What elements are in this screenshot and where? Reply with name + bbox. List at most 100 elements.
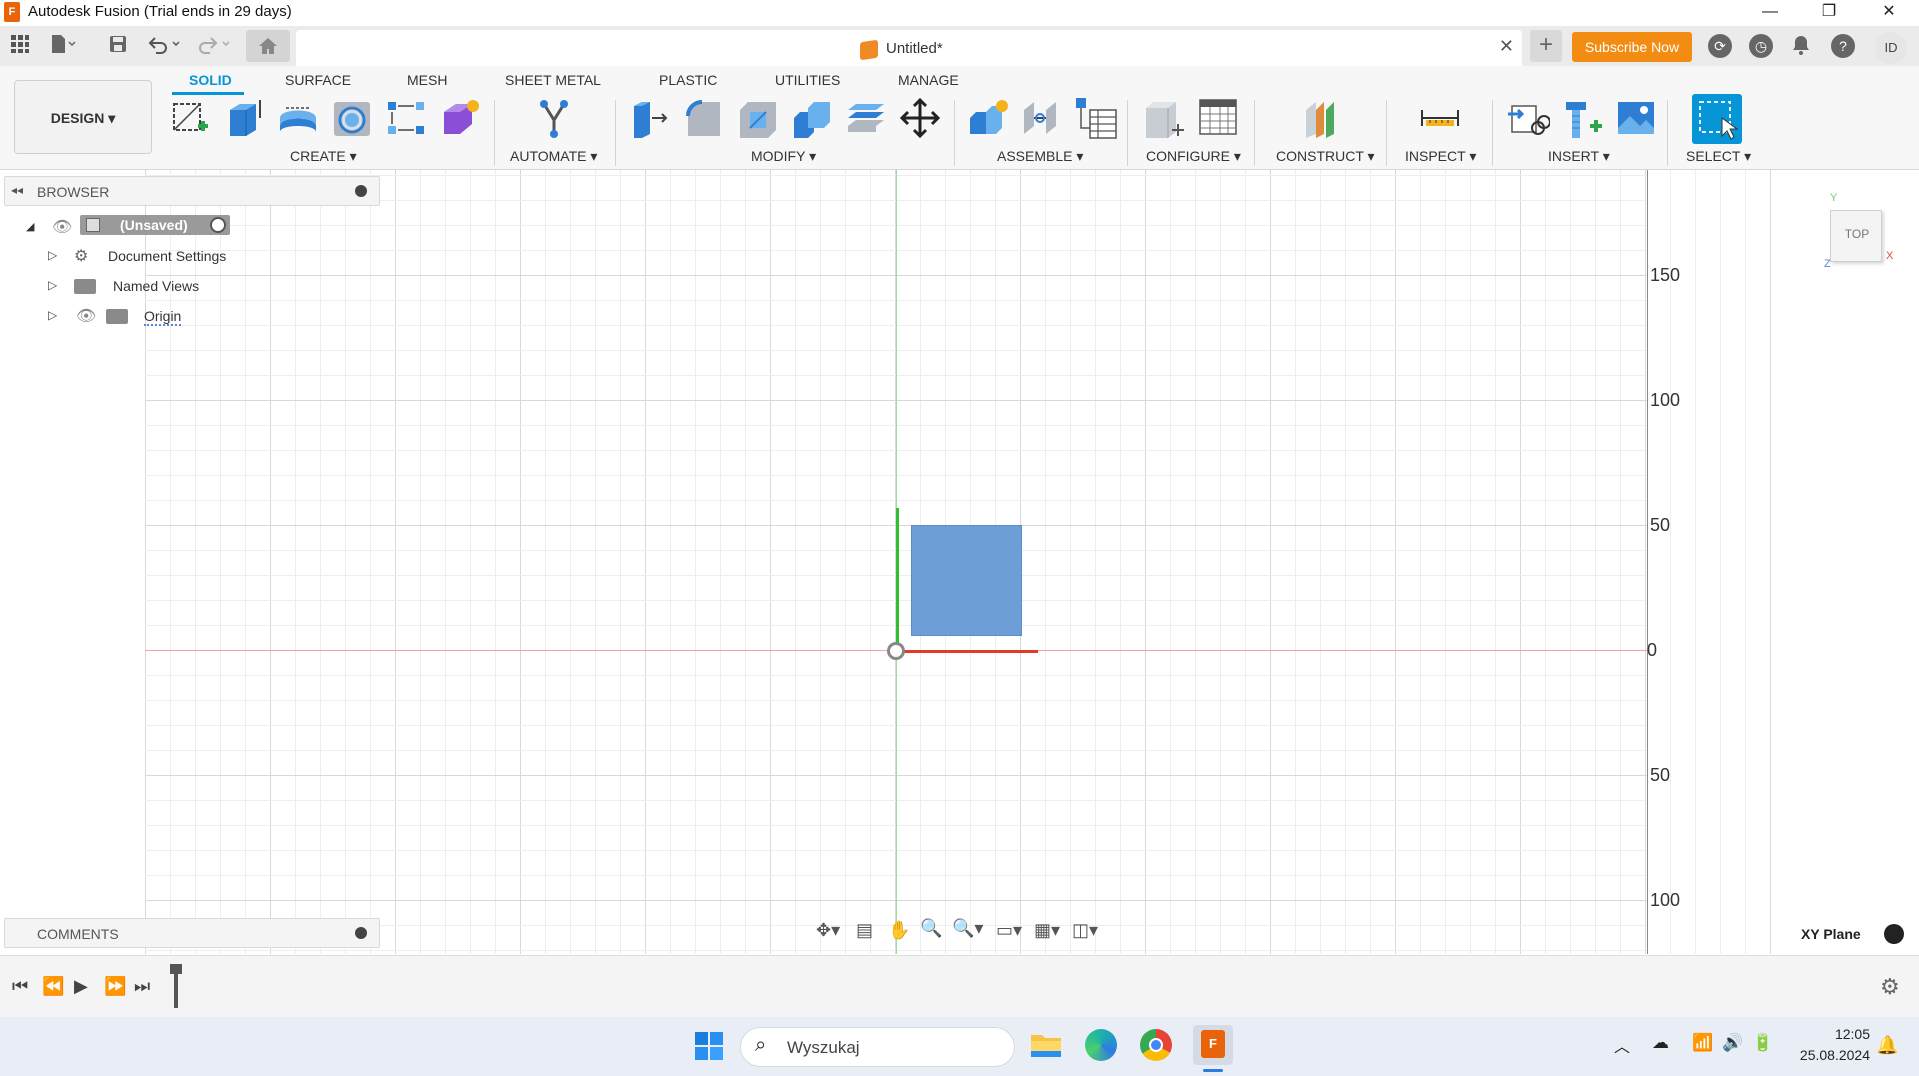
assemble-group-menu[interactable]: ASSEMBLE ▾ xyxy=(997,148,1083,165)
create-sketch-icon[interactable] xyxy=(168,96,212,140)
restore-button[interactable]: ❐ xyxy=(1806,0,1852,26)
taskbar-search-box[interactable]: ⌕ Wyszukaj xyxy=(740,1027,1015,1067)
battery-icon[interactable]: 🔋 xyxy=(1752,1033,1773,1053)
expand-arrow-icon[interactable]: ▷ xyxy=(48,308,57,322)
home-button[interactable] xyxy=(246,30,290,62)
bill-of-materials-icon[interactable] xyxy=(1074,96,1118,140)
select-tool[interactable] xyxy=(1692,94,1742,144)
design-viewport[interactable]: 150 100 50 0 50 100 TOP Y X Z XY Plane ✥… xyxy=(0,170,1919,954)
insert-mcmaster-icon[interactable] xyxy=(1560,96,1604,140)
add-comment-icon[interactable] xyxy=(355,927,367,939)
clock-date[interactable]: 25.08.2024 xyxy=(1792,1047,1870,1063)
move-copy-icon[interactable] xyxy=(898,96,942,140)
tab-plastic[interactable]: PLASTIC xyxy=(659,72,717,88)
revolve-icon[interactable] xyxy=(276,96,320,140)
create-form-icon[interactable] xyxy=(438,96,482,140)
undo-icon[interactable] xyxy=(146,34,182,58)
new-component-icon[interactable] xyxy=(966,96,1010,140)
show-hidden-icons-icon[interactable]: ︿ xyxy=(1614,1033,1630,1057)
collapse-browser-icon[interactable]: ◂◂ xyxy=(11,183,23,197)
comments-panel-header[interactable]: COMMENTS xyxy=(4,918,380,948)
wifi-icon[interactable]: 📶 xyxy=(1692,1033,1713,1053)
viewports-icon[interactable]: ◫▾ xyxy=(1072,920,1098,941)
browser-panel-header[interactable]: ◂◂ BROWSER xyxy=(4,176,380,206)
browser-pin-icon[interactable] xyxy=(355,185,367,197)
timeline-settings-gear-icon[interactable]: ⚙ xyxy=(1880,974,1900,1000)
tab-solid[interactable]: SOLID xyxy=(189,72,232,88)
play-icon[interactable]: ▶ xyxy=(74,976,88,997)
offset-plane-icon[interactable] xyxy=(1302,96,1346,140)
modify-group-menu[interactable]: MODIFY ▾ xyxy=(751,148,816,165)
minimize-button[interactable]: — xyxy=(1747,0,1793,26)
job-status-icon[interactable]: ◷ xyxy=(1749,34,1773,58)
combine-icon[interactable] xyxy=(790,96,834,140)
expand-arrow-icon[interactable]: ◢ xyxy=(26,220,34,233)
insert-group-menu[interactable]: INSERT ▾ xyxy=(1548,148,1610,165)
help-icon[interactable]: ? xyxy=(1831,34,1855,58)
file-menu-icon[interactable] xyxy=(50,34,76,58)
orbit-icon[interactable]: ✥▾ xyxy=(816,920,840,941)
volume-icon[interactable]: 🔊 xyxy=(1722,1033,1743,1053)
configure-group-menu[interactable]: CONFIGURE ▾ xyxy=(1146,148,1241,165)
app-grid-icon[interactable] xyxy=(8,34,32,58)
joint-icon[interactable] xyxy=(1020,96,1064,140)
subscribe-now-button[interactable]: Subscribe Now xyxy=(1572,32,1692,62)
new-tab-button[interactable]: + xyxy=(1530,30,1562,62)
tree-item-named-views[interactable]: ▷ Named Views xyxy=(26,274,246,300)
pan-icon[interactable]: ✋ xyxy=(888,920,910,941)
select-group-menu[interactable]: SELECT ▾ xyxy=(1686,148,1751,165)
edge-browser-icon[interactable] xyxy=(1085,1029,1117,1061)
close-tab-icon[interactable]: ✕ xyxy=(1499,36,1514,57)
grid-settings-icon[interactable]: ▦▾ xyxy=(1034,920,1060,941)
origin-point-icon[interactable] xyxy=(887,642,905,660)
tree-item-origin[interactable]: ▷ 👁 Origin xyxy=(26,304,246,330)
go-to-end-icon[interactable]: ⏭ xyxy=(134,976,150,997)
look-at-icon[interactable]: ▤ xyxy=(856,920,873,941)
document-tab[interactable]: Untitled* ✕ xyxy=(296,30,1522,66)
close-window-button[interactable]: ✕ xyxy=(1866,0,1912,26)
clock-time[interactable]: 12:05 xyxy=(1826,1026,1870,1042)
insert-canvas-icon[interactable] xyxy=(1614,96,1658,140)
pattern-icon[interactable] xyxy=(384,96,428,140)
fusion-taskbar-button[interactable]: F xyxy=(1193,1025,1233,1065)
file-explorer-icon[interactable] xyxy=(1030,1029,1062,1059)
viewcube[interactable]: TOP xyxy=(1830,210,1882,262)
measure-icon[interactable] xyxy=(1418,96,1462,140)
expand-arrow-icon[interactable]: ▷ xyxy=(48,248,57,262)
windows-start-icon[interactable] xyxy=(694,1031,724,1061)
construct-group-menu[interactable]: CONSTRUCT ▾ xyxy=(1276,148,1375,165)
tab-manage[interactable]: MANAGE xyxy=(898,72,959,88)
tab-mesh[interactable]: MESH xyxy=(407,72,447,88)
insert-derive-icon[interactable] xyxy=(1506,96,1551,140)
notification-bell-icon[interactable]: 🔔 xyxy=(1876,1035,1898,1056)
fillet-icon[interactable] xyxy=(682,96,726,140)
configure-design-icon[interactable] xyxy=(1142,96,1186,140)
redo-icon[interactable] xyxy=(196,34,232,58)
automate-icon[interactable] xyxy=(532,96,576,140)
user-avatar[interactable]: ID xyxy=(1875,32,1907,64)
activate-radio-icon[interactable] xyxy=(210,217,226,233)
visibility-eye-icon[interactable]: 👁 xyxy=(52,217,72,237)
save-icon[interactable] xyxy=(106,34,130,58)
go-to-start-icon[interactable]: ⏮ xyxy=(12,976,28,997)
sketch-profile[interactable] xyxy=(911,525,1022,636)
tree-item-document-settings[interactable]: ▷ ⚙ Document Settings xyxy=(26,244,246,270)
sketch-palette-icon[interactable] xyxy=(1884,924,1904,944)
display-settings-icon[interactable]: ▭▾ xyxy=(996,920,1022,941)
extensions-icon[interactable]: ⟳ xyxy=(1708,34,1732,58)
hole-icon[interactable] xyxy=(330,96,374,140)
onedrive-icon[interactable]: ☁ xyxy=(1652,1033,1669,1053)
expand-arrow-icon[interactable]: ▷ xyxy=(48,278,57,292)
notifications-icon[interactable] xyxy=(1790,34,1814,58)
workspace-switcher[interactable]: DESIGN ▾ xyxy=(14,80,152,154)
configuration-table-icon[interactable] xyxy=(1196,96,1240,140)
tree-root[interactable]: ◢ 👁 (Unsaved) xyxy=(26,214,236,240)
visibility-eye-icon[interactable]: 👁 xyxy=(76,306,96,326)
extrude-icon[interactable] xyxy=(222,96,266,140)
chrome-browser-icon[interactable] xyxy=(1140,1029,1172,1061)
press-pull-icon[interactable] xyxy=(628,96,672,140)
automate-group-menu[interactable]: AUTOMATE ▾ xyxy=(510,148,597,165)
tab-utilities[interactable]: UTILITIES xyxy=(775,72,840,88)
step-forward-icon[interactable]: ⏩ xyxy=(104,976,126,997)
step-back-icon[interactable]: ⏪ xyxy=(42,976,64,997)
